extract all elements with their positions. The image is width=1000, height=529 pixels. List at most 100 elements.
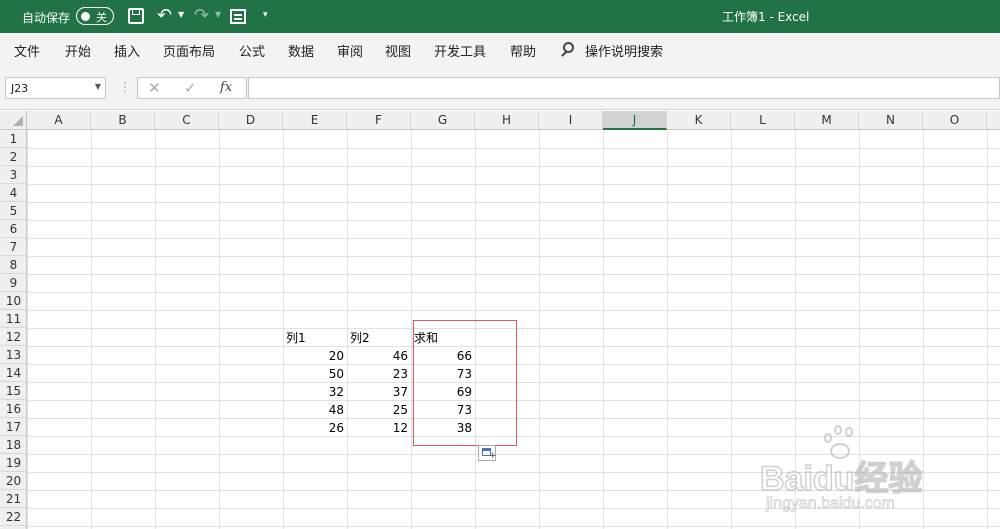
row-header-17[interactable]: 17 (0, 418, 27, 436)
grid-vline (539, 130, 540, 529)
enter-icon[interactable]: ✓ (184, 79, 197, 97)
grid-vline (219, 130, 220, 529)
undo-dropdown-icon[interactable]: ▼ (178, 10, 184, 19)
row-header-5[interactable]: 5 (0, 202, 27, 220)
column-header-k[interactable]: K (667, 111, 731, 130)
row-header-6[interactable]: 6 (0, 220, 27, 238)
data-cell-col2[interactable]: 37 (347, 383, 411, 401)
row-header-1[interactable]: 1 (0, 130, 27, 148)
column-header-j[interactable]: J (603, 111, 667, 130)
column-header-g[interactable]: G (411, 111, 475, 130)
more-options-icon: ⋮ (119, 80, 131, 94)
column-header-b[interactable]: B (91, 111, 155, 130)
tab-help[interactable]: 帮助 (510, 41, 536, 60)
ribbon-tabs: 文件 开始 插入 页面布局 公式 数据 审阅 视图 开发工具 帮助 操作说明搜索 (0, 33, 1000, 66)
worksheet-grid[interactable]: A B C D E F G H I J K L M N O 1 2 3 4 5 … (0, 111, 1000, 529)
column-header-i[interactable]: I (539, 111, 603, 130)
quick-analysis-button[interactable]: + (478, 445, 497, 461)
tab-formulas[interactable]: 公式 (239, 41, 265, 60)
data-cell-col1[interactable]: 48 (283, 401, 347, 419)
column-header-a[interactable]: A (27, 111, 91, 130)
row-header-15[interactable]: 15 (0, 382, 27, 400)
data-cell-col2[interactable]: 23 (347, 365, 411, 383)
row-header-3[interactable]: 3 (0, 166, 27, 184)
name-box[interactable]: J23 ▼ (5, 77, 106, 99)
column-header-c[interactable]: C (155, 111, 219, 130)
row-header-11[interactable]: 11 (0, 310, 27, 328)
tab-home[interactable]: 开始 (65, 41, 91, 60)
redo-icon[interactable]: ↷ (194, 5, 209, 26)
row-header-21[interactable]: 21 (0, 490, 27, 508)
autosave-label: 自动保存 (22, 11, 71, 25)
column-header-e[interactable]: E (283, 111, 347, 130)
row-header-18[interactable]: 18 (0, 436, 27, 454)
grid-hline (27, 148, 1000, 149)
row-header-13[interactable]: 13 (0, 346, 27, 364)
tab-view[interactable]: 视图 (385, 41, 411, 60)
column-header-n[interactable]: N (859, 111, 923, 130)
grid-hline (27, 526, 1000, 527)
row-header-8[interactable]: 8 (0, 256, 27, 274)
grid-vline (155, 130, 156, 529)
redo-dropdown-icon[interactable]: ▼ (215, 10, 221, 19)
data-cell-col1[interactable]: 20 (283, 347, 347, 365)
grid-hline (27, 274, 1000, 275)
tab-data[interactable]: 数据 (288, 41, 314, 60)
data-cell-col2[interactable]: 25 (347, 401, 411, 419)
row-header-2[interactable]: 2 (0, 148, 27, 166)
search-icon-handle (561, 51, 567, 57)
column-header-l[interactable]: L (731, 111, 795, 130)
grid-hline (27, 184, 1000, 185)
autosave-toggle[interactable]: 关 (76, 7, 114, 25)
grid-hline (27, 292, 1000, 293)
header-cell-col1[interactable]: 列1 (283, 329, 347, 347)
watermark-brand: Baidu经验 (759, 459, 923, 499)
grid-vline (603, 130, 604, 529)
tell-me-search[interactable]: 操作说明搜索 (585, 41, 663, 60)
row-header-14[interactable]: 14 (0, 364, 27, 382)
data-cell-col1[interactable]: 26 (283, 419, 347, 437)
data-cell-col1[interactable]: 32 (283, 383, 347, 401)
insert-function-icon[interactable]: fx (220, 80, 232, 95)
grid-vline (91, 130, 92, 529)
watermark-url: jingyan.baidu.com (766, 495, 896, 513)
row-header-10[interactable]: 10 (0, 292, 27, 310)
tab-developer[interactable]: 开发工具 (434, 41, 486, 60)
column-header-f[interactable]: F (347, 111, 411, 130)
header-cell-col2[interactable]: 列2 (347, 329, 411, 347)
column-header-h[interactable]: H (475, 111, 539, 130)
select-all-corner[interactable] (0, 111, 27, 130)
undo-icon[interactable]: ↶ (157, 5, 172, 26)
form-icon[interactable] (230, 9, 246, 24)
watermark: Baidu经验 jingyan.baidu.com (759, 421, 1000, 521)
row-header-4[interactable]: 4 (0, 184, 27, 202)
column-header-partial (987, 111, 1000, 130)
column-header-d[interactable]: D (219, 111, 283, 130)
tab-file[interactable]: 文件 (14, 41, 40, 60)
row-header-22[interactable]: 22 (0, 508, 27, 526)
grid-vline (667, 130, 668, 529)
grid-vline (27, 130, 28, 529)
row-header-9[interactable]: 9 (0, 274, 27, 292)
row-header-19[interactable]: 19 (0, 454, 27, 472)
cancel-icon[interactable]: ✕ (148, 79, 161, 97)
row-header-12[interactable]: 12 (0, 328, 27, 346)
grid-hline (27, 310, 1000, 311)
tab-page-layout[interactable]: 页面布局 (163, 41, 215, 60)
data-cell-col2[interactable]: 46 (347, 347, 411, 365)
row-header-7[interactable]: 7 (0, 238, 27, 256)
column-header-m[interactable]: M (795, 111, 859, 130)
column-header-o[interactable]: O (923, 111, 987, 130)
formula-input[interactable] (248, 77, 1000, 99)
row-header-16[interactable]: 16 (0, 400, 27, 418)
chevron-down-icon[interactable]: ▼ (95, 82, 101, 91)
data-cell-col1[interactable]: 50 (283, 365, 347, 383)
save-icon[interactable] (128, 8, 144, 24)
customize-qat-icon[interactable]: ▾ (263, 10, 268, 20)
formula-buttons: ✕ ✓ fx (137, 77, 247, 99)
title-bar: 自动保存 关 ↶ ▼ ↷ ▼ ▾ 工作簿1 - Excel (0, 0, 1000, 33)
data-cell-col2[interactable]: 12 (347, 419, 411, 437)
tab-review[interactable]: 审阅 (337, 41, 363, 60)
tab-insert[interactable]: 插入 (114, 41, 140, 60)
row-header-20[interactable]: 20 (0, 472, 27, 490)
